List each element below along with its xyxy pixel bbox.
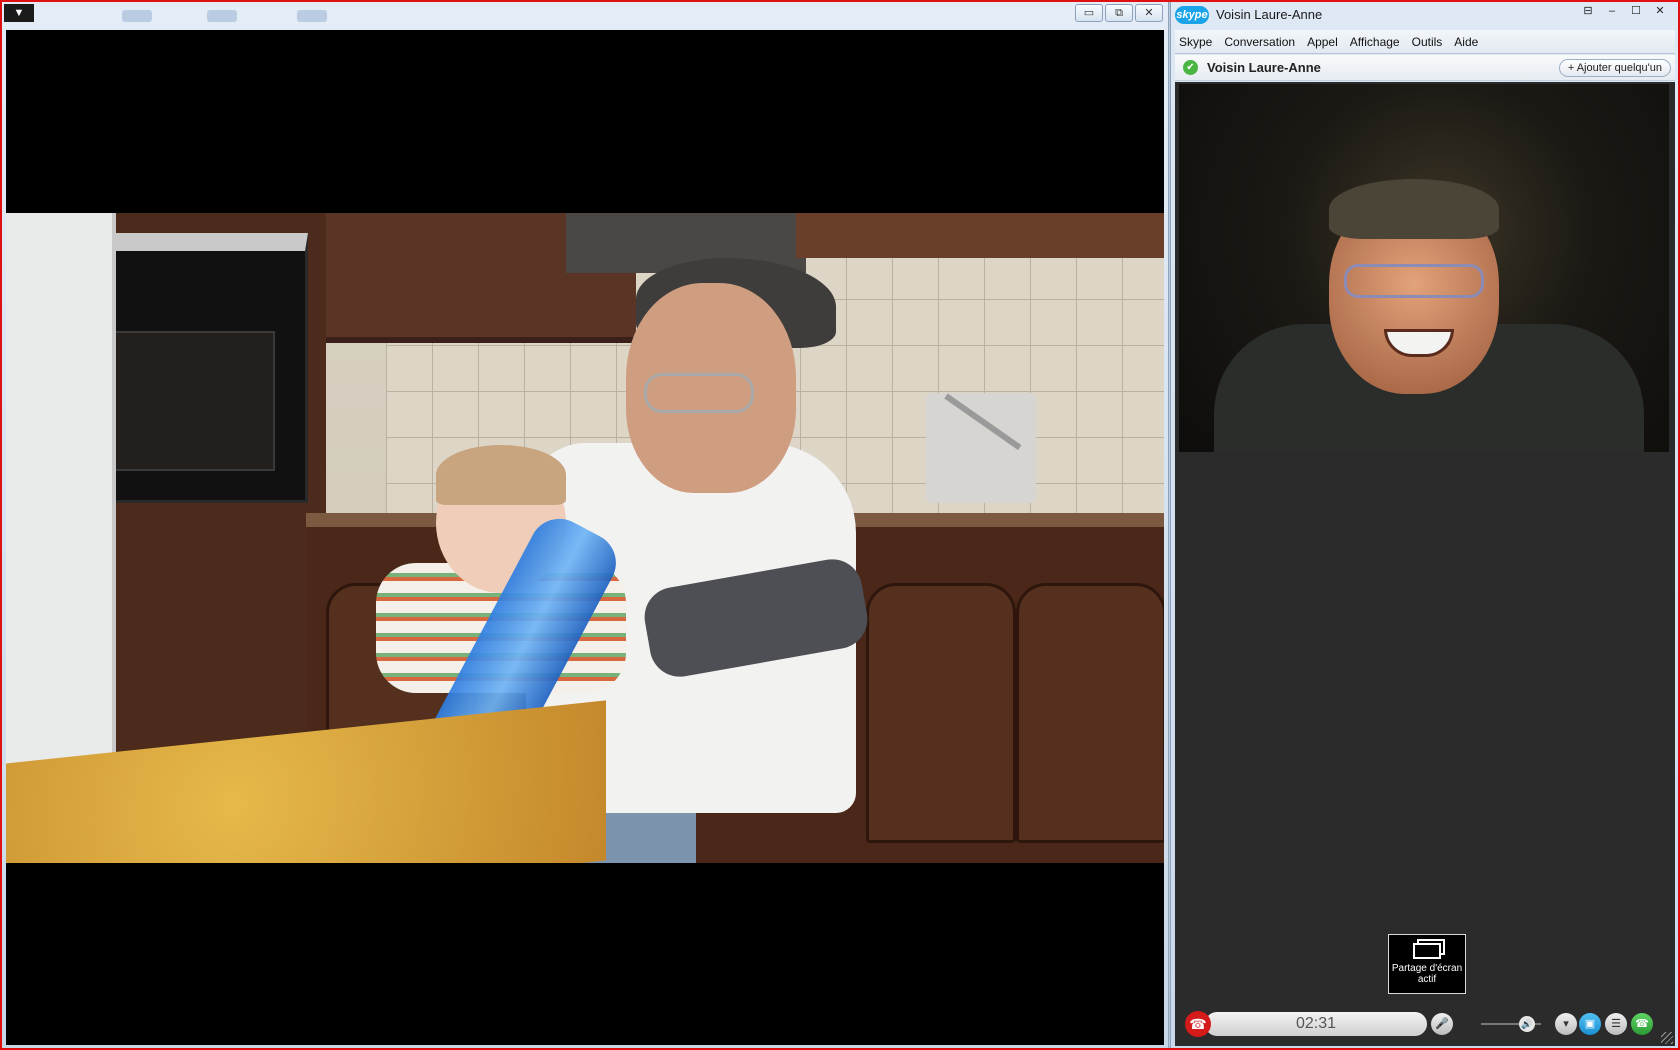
- skype-window-buttons: ⊟ – ☐ ✕: [1577, 3, 1671, 19]
- share-label-line1: Partage d'écran: [1391, 963, 1463, 974]
- menu-appel[interactable]: Appel: [1307, 35, 1338, 49]
- menu-affichage[interactable]: Affichage: [1350, 35, 1400, 49]
- sink: [926, 393, 1036, 503]
- cabinet-door: [866, 583, 1016, 843]
- close-button[interactable]: ✕: [1135, 4, 1163, 22]
- upper-right-cabinet: [796, 213, 1164, 258]
- volume-icon[interactable]: 🔊: [1519, 1016, 1535, 1032]
- menu-bar: Skype Conversation Appel Affichage Outil…: [1175, 30, 1675, 54]
- maximize-button[interactable]: ☐: [1625, 3, 1647, 19]
- caller-hair: [1329, 179, 1499, 239]
- skype-logo-icon: skype: [1175, 6, 1209, 24]
- resize-grip-icon[interactable]: [1661, 1032, 1673, 1044]
- taskbar-ghost-icon: [297, 10, 327, 22]
- baby-hair: [436, 445, 566, 505]
- share-label-line2: actif: [1417, 974, 1437, 985]
- menu-skype[interactable]: Skype: [1179, 35, 1212, 49]
- kitchen-video-image: [6, 213, 1164, 863]
- glasses: [644, 373, 754, 413]
- skype-titlebar: skype Voisin Laure-Anne ⊟ – ☐ ✕: [1171, 2, 1679, 28]
- menu-arrow-icon[interactable]: ▼: [4, 4, 34, 22]
- video-frame[interactable]: [6, 30, 1164, 1045]
- oven-window: [95, 331, 275, 471]
- window-title: Voisin Laure-Anne: [1216, 7, 1323, 22]
- chat-button[interactable]: ☰: [1605, 1013, 1627, 1035]
- compact-view-button[interactable]: ⊟: [1577, 3, 1599, 19]
- menu-conversation[interactable]: Conversation: [1224, 35, 1295, 49]
- contact-name[interactable]: Voisin Laure-Anne: [1207, 60, 1321, 75]
- player-window-buttons: ▭ ⧉ ✕: [1075, 4, 1163, 22]
- menu-aide[interactable]: Aide: [1454, 35, 1478, 49]
- call-controls: 02:31 ☎ 🎤 🔊 ▾ ▣ ☰ ☎: [1175, 1008, 1675, 1040]
- taskbar-ghost-icon: [207, 10, 237, 22]
- caller-glasses: [1344, 264, 1484, 298]
- hang-up-button[interactable]: ☎: [1185, 1011, 1211, 1037]
- fridge: [6, 213, 116, 773]
- video-player-window: ▼ ▭ ⧉ ✕: [2, 2, 1169, 1048]
- menu-outils[interactable]: Outils: [1412, 35, 1443, 49]
- video-button[interactable]: ▣: [1579, 1013, 1601, 1035]
- microphone-button[interactable]: 🎤: [1431, 1013, 1453, 1035]
- online-status-icon: ✔: [1183, 60, 1198, 75]
- contact-header: ✔ Voisin Laure-Anne + Ajouter quelqu'un: [1175, 55, 1675, 81]
- minimize-button[interactable]: ▭: [1075, 4, 1103, 22]
- screen-share-icon: [1413, 943, 1441, 959]
- call-timer: 02:31: [1205, 1012, 1427, 1036]
- cabinet-door: [1016, 583, 1164, 843]
- close-button[interactable]: ✕: [1649, 3, 1671, 19]
- skype-window: skype Voisin Laure-Anne ⊟ – ☐ ✕ Skype Co…: [1170, 2, 1678, 1048]
- screen-share-tooltip: Partage d'écran actif: [1388, 934, 1466, 994]
- minimize-button[interactable]: –: [1601, 3, 1623, 19]
- taskbar-ghost-icon: [122, 10, 152, 22]
- player-titlebar: ▼ ▭ ⧉ ✕: [2, 2, 1169, 29]
- call-area: Partage d'écran actif 02:31 ☎ 🎤 🔊 ▾ ▣ ☰ …: [1175, 82, 1675, 1046]
- add-someone-button[interactable]: + Ajouter quelqu'un: [1558, 59, 1671, 77]
- restore-button[interactable]: ⧉: [1105, 4, 1133, 22]
- more-options-button[interactable]: ▾: [1555, 1013, 1577, 1035]
- remote-video[interactable]: [1179, 84, 1669, 452]
- call-button[interactable]: ☎: [1631, 1013, 1653, 1035]
